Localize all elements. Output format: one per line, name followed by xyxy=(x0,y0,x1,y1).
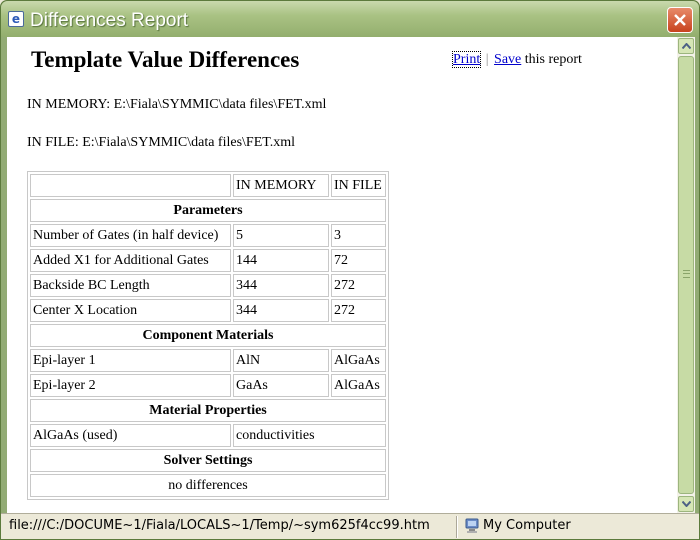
differences-table: IN MEMORY IN FILE Parameters Number of G… xyxy=(27,171,389,500)
in-file-path: IN FILE: E:\Fiala\SYMMIC\data files\FET.… xyxy=(27,135,296,150)
table-row: AlGaAs (used) conductivities xyxy=(30,424,386,447)
table-row: Center X Location 344 272 xyxy=(30,299,386,322)
scroll-thumb[interactable] xyxy=(678,56,694,494)
security-zone: My Computer xyxy=(483,518,571,533)
save-link[interactable]: Save xyxy=(494,52,521,67)
table-cell: Center X Location xyxy=(30,299,231,322)
table-row: Backside BC Length 344 272 xyxy=(30,274,386,297)
table-cell: Number of Gates (in half device) xyxy=(30,224,231,247)
vertical-scrollbar[interactable] xyxy=(677,37,695,513)
close-icon xyxy=(674,14,686,26)
table-cell: conductivities xyxy=(233,424,386,447)
table-header-row: IN MEMORY IN FILE xyxy=(30,174,386,197)
link-separator: | xyxy=(485,52,489,67)
table-cell: 272 xyxy=(331,274,386,297)
section-title: Parameters xyxy=(30,199,386,222)
table-cell: 3 xyxy=(331,224,386,247)
window-title: Differences Report xyxy=(30,10,189,31)
page-title: Template Value Differences xyxy=(31,47,300,72)
ie-document-icon: e xyxy=(8,11,24,27)
table-cell: Added X1 for Additional Gates xyxy=(30,249,231,272)
table-cell: AlGaAs (used) xyxy=(30,424,231,447)
header-cell xyxy=(30,174,231,197)
table-row: Number of Gates (in half device) 5 3 xyxy=(30,224,386,247)
section-row: Solver Settings xyxy=(30,449,386,472)
header-cell: IN MEMORY xyxy=(233,174,329,197)
section-title: Solver Settings xyxy=(30,449,386,472)
section-row: Parameters xyxy=(30,199,386,222)
table-cell: Epi-layer 2 xyxy=(30,374,231,397)
section-title: Material Properties xyxy=(30,399,386,422)
table-cell: Epi-layer 1 xyxy=(30,349,231,372)
computer-icon xyxy=(465,518,479,533)
scroll-up-button[interactable] xyxy=(678,38,694,54)
header-cell: IN FILE xyxy=(331,174,386,197)
no-differences-note: no differences xyxy=(30,474,386,497)
table-cell: 272 xyxy=(331,299,386,322)
table-cell: 344 xyxy=(233,299,329,322)
actions-suffix: this report xyxy=(524,52,582,67)
arrow-up-icon xyxy=(682,43,691,49)
grip-icon xyxy=(683,270,690,278)
arrow-down-icon xyxy=(682,501,691,507)
table-cell: 5 xyxy=(233,224,329,247)
table-cell: AlN xyxy=(233,349,329,372)
table-cell: AlGaAs xyxy=(331,374,386,397)
table-cell: 344 xyxy=(233,274,329,297)
status-divider xyxy=(456,516,458,538)
report-window: e Differences Report Template Value Diff… xyxy=(0,0,700,540)
table-cell: 144 xyxy=(233,249,329,272)
table-cell: Backside BC Length xyxy=(30,274,231,297)
status-bar: file:///C:/DOCUME~1/Fiala/LOCALS~1/Temp/… xyxy=(1,513,699,539)
table-cell: GaAs xyxy=(233,374,329,397)
section-title: Component Materials xyxy=(30,324,386,347)
status-url: file:///C:/DOCUME~1/Fiala/LOCALS~1/Temp/… xyxy=(9,518,430,533)
table-row: Added X1 for Additional Gates 144 72 xyxy=(30,249,386,272)
table-cell: 72 xyxy=(331,249,386,272)
table-row: no differences xyxy=(30,474,386,497)
table-row: Epi-layer 1 AlN AlGaAs xyxy=(30,349,386,372)
close-button[interactable] xyxy=(667,7,693,33)
title-bar[interactable]: e Differences Report xyxy=(1,1,699,37)
report-actions: Print | Save this report xyxy=(451,51,582,68)
section-row: Component Materials xyxy=(30,324,386,347)
table-row: Epi-layer 2 GaAs AlGaAs xyxy=(30,374,386,397)
table-cell: AlGaAs xyxy=(331,349,386,372)
print-link[interactable]: Print xyxy=(451,51,482,68)
section-row: Material Properties xyxy=(30,399,386,422)
report-content: Template Value Differences Print | Save … xyxy=(7,37,677,513)
in-memory-path: IN MEMORY: E:\Fiala\SYMMIC\data files\FE… xyxy=(27,97,327,112)
scroll-down-button[interactable] xyxy=(678,496,694,512)
